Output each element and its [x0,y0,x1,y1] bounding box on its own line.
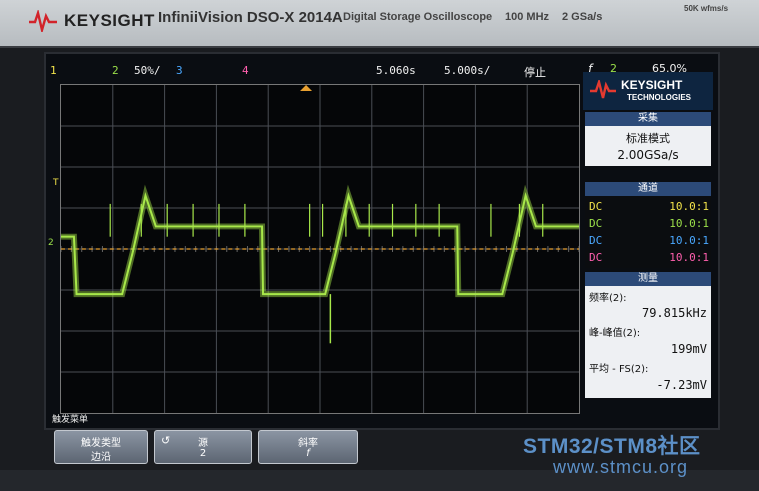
channel-3-indicator[interactable]: 3 [176,64,183,77]
waveform-graticule [60,84,580,414]
sample-rate-label: 2 GSa/s [562,11,603,23]
channel-row-1[interactable]: DC 10.0:1 [587,199,711,215]
measure-label-average: 平均 - FS(2): [589,364,649,375]
softkey-menu-title: 触发菜单 [52,415,89,425]
channel-2-indicator[interactable]: 2 [112,64,119,77]
instrument-bezel: KEYSIGHT InfiniiVision DSO-X 2014A Digit… [0,0,759,48]
softkey-value: 边沿 [91,452,111,463]
measure-section: 频率(2): 79.815kHz 峰-峰值(2): 199mV 平均 - FS(… [585,286,711,398]
logo-text: KEYSIGHT [621,78,683,92]
trigger-marker: T [53,178,59,188]
run-state: 停止 [524,66,546,79]
acquire-header: 采集 [585,112,711,126]
channel-row-4[interactable]: DC 10.0:1 [587,250,711,266]
softkey-trigger-type[interactable]: 触发类型 边沿 [54,430,148,464]
measure-label-frequency: 频率(2): [589,293,627,304]
timebase: 5.000s/ [444,64,491,77]
status-bar: 1 2 50%/ 3 4 5.060s 5.000s/ 停止 [46,60,582,82]
softkey-label: 源 [198,438,208,449]
panel-logo: KEYSIGHT TECHNOLOGIES [583,72,713,110]
brand-name: KEYSIGHT [64,11,155,30]
measure-value-frequency: 79.815kHz [641,306,707,320]
channel-2-scale: 50%/ [134,64,161,77]
keysight-wave-icon [29,10,57,32]
channel-4-indicator[interactable]: 4 [242,64,249,77]
coupling: DC [589,234,603,247]
probe-ratio: 10.0:1 [669,200,709,213]
measure-header: 测量 [585,272,711,286]
channel-row-3[interactable]: DC 10.0:1 [587,233,711,249]
logo-subtext: TECHNOLOGIES [627,93,692,102]
keysight-wave-icon [590,80,616,99]
model-description: Digital Storage Oscilloscope [343,11,493,23]
probe-ratio: 10.0:1 [669,234,709,247]
acquire-mode: 标准模式 [626,132,670,145]
slope-icon: f [306,448,310,459]
watermark-url: www.stmcu.org [553,457,689,477]
coupling: DC [589,251,603,264]
measure-value-average: -7.23mV [656,378,707,392]
measure-label-peak-to-peak: 峰-峰值(2): [589,328,641,339]
channel-2-ground-marker[interactable]: 2 [48,238,54,248]
channel-1-indicator[interactable]: 1 [50,64,57,77]
coupling: DC [589,217,603,230]
horizontal-delay: 5.060s [376,64,416,77]
watermark-title: STM32/STM8社区 [523,435,701,458]
channels-header: 通道 [585,182,711,196]
bandwidth-label: 100 MHz [505,11,550,23]
update-rate-label: 50K wfms/s [684,4,729,13]
softkey-slope[interactable]: 斜率 f [258,430,358,464]
acquire-section: 标准模式 2.00GSa/s [585,126,711,166]
trigger-position-marker [300,85,313,91]
softkey-source[interactable]: ↺ 源 2 [154,430,252,464]
acquire-rate: 2.00GSa/s [617,148,679,162]
brand-logo: KEYSIGHT [28,10,155,32]
softkey-label: 斜率 [298,438,318,449]
info-panel: KEYSIGHT TECHNOLOGIES 采集 标准模式 2.00GSa/s … [583,72,713,412]
probe-ratio: 10.0:1 [669,251,709,264]
model-name: InfiniiVision DSO-X 2014A [158,9,343,26]
channel-row-2[interactable]: DC 10.0:1 [587,216,711,232]
channels-section: DC 10.0:1 DC 10.0:1 DC 10.0:1 DC 10.0:1 [585,196,711,268]
probe-ratio: 10.0:1 [669,217,709,230]
softkey-value: 2 [199,448,207,459]
softkey-label: 触发类型 [81,438,121,449]
measure-value-peak-to-peak: 199mV [670,342,707,356]
coupling: DC [589,200,603,213]
